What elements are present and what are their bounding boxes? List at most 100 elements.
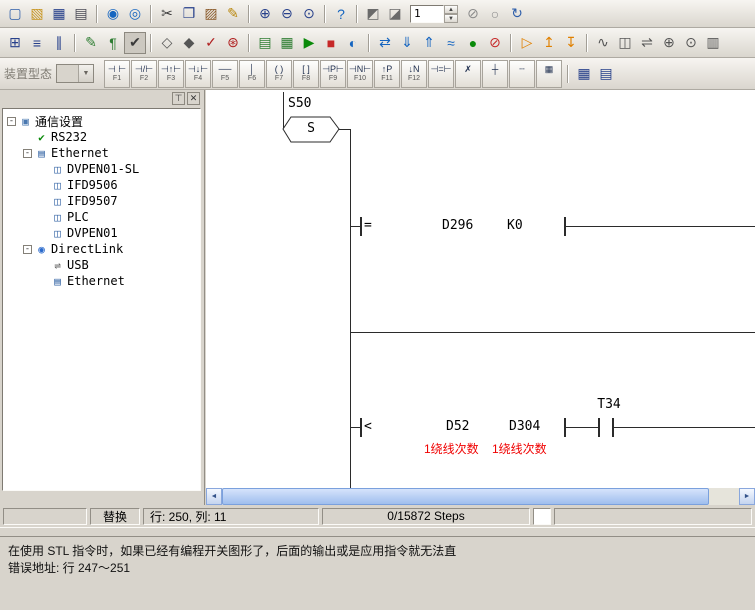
stop-monitor-icon[interactable]: ■ bbox=[320, 32, 342, 54]
online-mode-icon[interactable]: ◐ bbox=[342, 32, 364, 54]
stl-step-contact[interactable]: S bbox=[282, 116, 340, 143]
delete-element-button[interactable]: ✗ bbox=[455, 60, 481, 88]
contact-t34-label[interactable]: T34 bbox=[590, 397, 628, 413]
step-ladder-button[interactable]: ↑P F11 bbox=[374, 60, 400, 88]
device-comment-d52[interactable]: 1绕线次数 bbox=[424, 442, 479, 457]
device-type-select[interactable]: ▼ bbox=[56, 64, 94, 83]
transfer-setup-icon[interactable]: ⇄ bbox=[374, 32, 396, 54]
trend-chart-icon[interactable]: ∿ bbox=[592, 32, 614, 54]
horizontal-scrollbar[interactable]: ◄ ► bbox=[206, 488, 755, 505]
device-report-icon[interactable]: ▥ bbox=[702, 32, 724, 54]
magnifier-icon[interactable]: ⊙ bbox=[680, 32, 702, 54]
monitor-table-icon[interactable]: ▤ bbox=[595, 63, 617, 85]
operand-d304[interactable]: D304 bbox=[509, 419, 540, 435]
block-select-button[interactable]: ▦ bbox=[536, 60, 562, 88]
comment-table-icon[interactable]: ▤ bbox=[254, 32, 276, 54]
communication-icon[interactable]: ⇌ bbox=[636, 32, 658, 54]
help-icon[interactable]: ? bbox=[330, 3, 352, 25]
close-panel-button[interactable]: ✕ bbox=[187, 92, 200, 105]
device-comment-d304[interactable]: 1绕线次数 bbox=[492, 442, 547, 457]
refresh-icon[interactable]: ↻ bbox=[506, 3, 528, 25]
operand-d296[interactable]: D296 bbox=[442, 218, 473, 234]
application-instruction-button[interactable]: [ ] F8 bbox=[293, 60, 319, 88]
zoom-100-icon[interactable]: ⊙ bbox=[298, 3, 320, 25]
falling-pulse-button[interactable]: ⊣N⊢ F10 bbox=[347, 60, 373, 88]
tree-expander[interactable]: - bbox=[23, 149, 32, 158]
delete-row-button[interactable]: ┄ bbox=[509, 60, 535, 88]
comment-edit-icon[interactable]: ✎ bbox=[80, 32, 102, 54]
tree-item-ethernet-2[interactable]: ▤ Ethernet bbox=[3, 273, 200, 289]
save-file-icon[interactable]: ▦ bbox=[48, 3, 70, 25]
stop-plc-icon[interactable]: ⊘ bbox=[484, 32, 506, 54]
contact-no-button[interactable]: ⊣ ⊢ F1 bbox=[104, 60, 130, 88]
force-off-icon[interactable]: ↧ bbox=[560, 32, 582, 54]
replace-device-icon[interactable]: ◆ bbox=[178, 32, 200, 54]
zoom-out-icon[interactable]: ⊖ bbox=[276, 3, 298, 25]
tree-expander[interactable]: - bbox=[23, 245, 32, 254]
tree-item-dvpen01-sl[interactable]: ◫ DVPEN01-SL bbox=[3, 161, 200, 177]
rising-pulse-button[interactable]: ⊣P⊢ F9 bbox=[320, 60, 346, 88]
zoom-in-icon[interactable]: ⊕ bbox=[254, 3, 276, 25]
ladder-view-icon[interactable]: ⊞ bbox=[4, 32, 26, 54]
tree-item-usb[interactable]: ⇌ USB bbox=[3, 257, 200, 273]
tree-item-ifd9507[interactable]: ◫ IFD9507 bbox=[3, 193, 200, 209]
scroll-left-icon[interactable]: ◄ bbox=[206, 488, 222, 505]
compile-icon[interactable]: ⊛ bbox=[222, 32, 244, 54]
edit-mode-icon[interactable]: ✔ bbox=[124, 32, 146, 54]
compare-operator[interactable]: < bbox=[364, 419, 372, 435]
tree-item-comm-settings[interactable]: - ▣ 通信设置 bbox=[3, 113, 200, 129]
vertical-line-button[interactable]: │ F6 bbox=[239, 60, 265, 88]
scroll-right-icon[interactable]: ► bbox=[739, 488, 755, 505]
enable-network-icon[interactable]: ○ bbox=[484, 3, 506, 25]
tree-item-plc[interactable]: ◫ PLC bbox=[3, 209, 200, 225]
compare-operator[interactable]: = bbox=[364, 218, 372, 234]
disable-network-icon[interactable]: ⊘ bbox=[462, 3, 484, 25]
print-icon[interactable]: ▤ bbox=[70, 3, 92, 25]
pin-panel-button[interactable]: ⊤ bbox=[172, 92, 185, 105]
compare-contact-button[interactable]: ⊣=⊢ bbox=[428, 60, 454, 88]
spin-up-icon[interactable]: ▲ bbox=[444, 5, 458, 14]
step-return-button[interactable]: ↓N F12 bbox=[401, 60, 427, 88]
line-number-input[interactable] bbox=[410, 5, 444, 23]
tree-expander[interactable]: - bbox=[7, 117, 16, 126]
copy-icon[interactable]: ❐ bbox=[178, 3, 200, 25]
panel-splitter[interactable] bbox=[0, 527, 755, 537]
bookmark-icon[interactable]: ◩ bbox=[362, 3, 384, 25]
check-program-icon[interactable]: ✓ bbox=[200, 32, 222, 54]
tree-item-ifd9506[interactable]: ◫ IFD9506 bbox=[3, 177, 200, 193]
contact-rising-button[interactable]: ⊣↑⊢ F3 bbox=[158, 60, 184, 88]
write-to-plc-icon[interactable]: ⇓ bbox=[396, 32, 418, 54]
instruction-view-icon[interactable]: ≡ bbox=[26, 32, 48, 54]
contact-nc-button[interactable]: ⊣/⊢ F2 bbox=[131, 60, 157, 88]
operand-d52[interactable]: D52 bbox=[446, 419, 469, 435]
ladder-editor[interactable]: S50 S = D296 K0 < D52 D304 bbox=[206, 90, 755, 488]
device-table-icon[interactable]: ▦ bbox=[276, 32, 298, 54]
open-file-icon[interactable]: ▧ bbox=[26, 3, 48, 25]
verify-plc-icon[interactable]: ≈ bbox=[440, 32, 462, 54]
scrollbar-thumb[interactable] bbox=[222, 488, 709, 505]
bookmark-next-icon[interactable]: ◪ bbox=[384, 3, 406, 25]
horizontal-line-button[interactable]: ── F5 bbox=[212, 60, 238, 88]
scrollbar-track[interactable] bbox=[709, 488, 739, 505]
simulator-icon[interactable]: ▷ bbox=[516, 32, 538, 54]
tree-item-rs232[interactable]: ✔ RS232 bbox=[3, 129, 200, 145]
contact-falling-button[interactable]: ⊣↓⊢ F4 bbox=[185, 60, 211, 88]
new-file-icon[interactable]: ▢ bbox=[4, 3, 26, 25]
zoom-tool-icon[interactable]: ⊕ bbox=[658, 32, 680, 54]
find-device-icon[interactable]: ◇ bbox=[156, 32, 178, 54]
ladder-symbol-table-icon[interactable]: ▦ bbox=[573, 63, 595, 85]
insert-row-button[interactable]: ┼ bbox=[482, 60, 508, 88]
read-from-plc-icon[interactable]: ⇑ bbox=[418, 32, 440, 54]
start-monitor-icon[interactable]: ▶ bbox=[298, 32, 320, 54]
sampling-icon[interactable]: ◫ bbox=[614, 32, 636, 54]
format-painter-icon[interactable]: ✎ bbox=[222, 3, 244, 25]
segment-comment-icon[interactable]: ¶ bbox=[102, 32, 124, 54]
tree-item-directlink[interactable]: - ◉ DirectLink bbox=[3, 241, 200, 257]
upload-program-icon[interactable]: ◎ bbox=[124, 3, 146, 25]
paste-icon[interactable]: ▨ bbox=[200, 3, 222, 25]
force-on-icon[interactable]: ↥ bbox=[538, 32, 560, 54]
run-plc-icon[interactable]: ● bbox=[462, 32, 484, 54]
operand-k0[interactable]: K0 bbox=[507, 218, 523, 234]
tree-item-ethernet[interactable]: - ▤ Ethernet bbox=[3, 145, 200, 161]
sfc-view-icon[interactable]: ∥ bbox=[48, 32, 70, 54]
